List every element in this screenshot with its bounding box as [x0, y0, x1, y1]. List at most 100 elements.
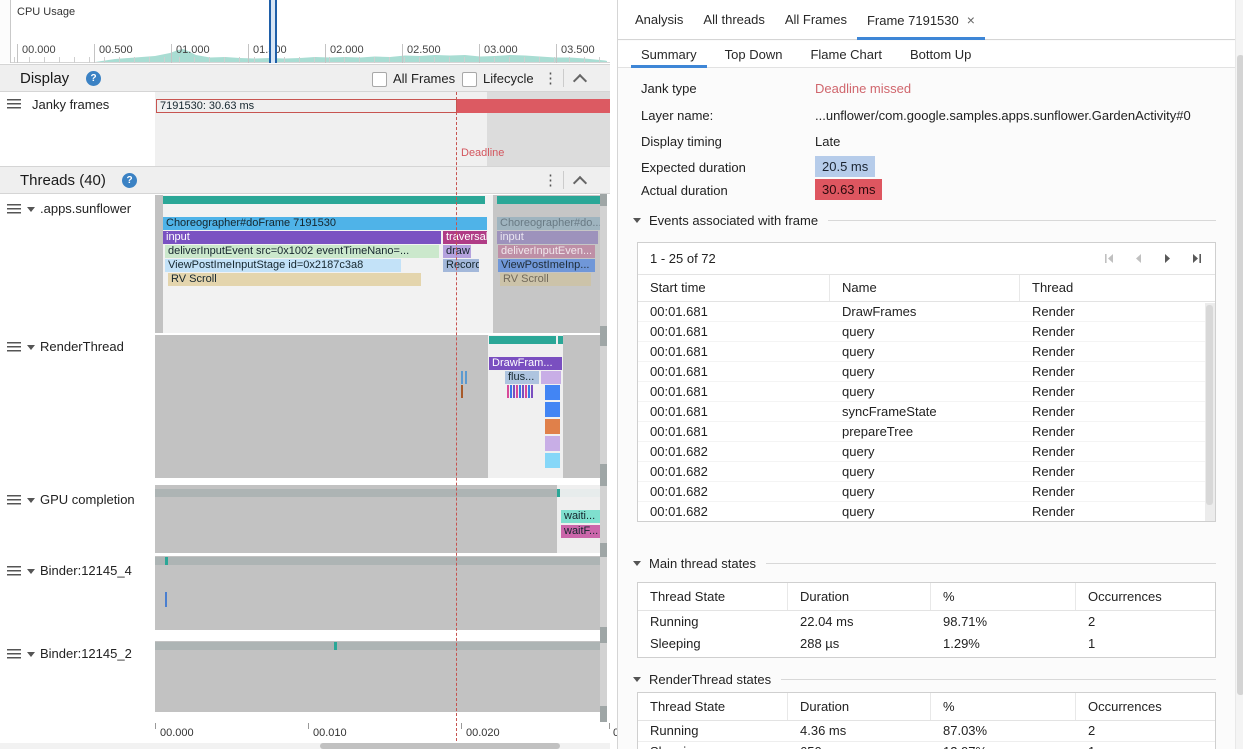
tab-analysis[interactable]: Analysis [625, 0, 693, 40]
janky-frame-bar-overrun[interactable] [457, 99, 610, 113]
column-header-duration[interactable]: Duration [788, 583, 931, 610]
grip-icon[interactable] [7, 342, 21, 352]
close-icon[interactable]: × [967, 12, 975, 28]
cpu-usage-panel[interactable]: CPU Usage 00.000 00.500 01.000 01.500 02… [0, 0, 610, 63]
table-row[interactable]: Sleeping 288 µs 1.29% 1 [638, 633, 1215, 655]
thread-label-binder-4[interactable]: Binder:12145_4 [40, 563, 132, 578]
lifecycle-checkbox-label[interactable]: Lifecycle [483, 71, 534, 86]
triangle-down-icon[interactable] [27, 569, 35, 574]
column-header-thread[interactable]: Thread [1020, 275, 1215, 301]
trace-event-input-dim[interactable]: input [497, 231, 598, 244]
selection-range-handle[interactable] [269, 0, 271, 63]
column-header-occurrences[interactable]: Occurrences [1076, 693, 1215, 720]
binder2-track[interactable] [155, 641, 600, 712]
trace-event-deliver-input[interactable]: deliverInputEvent src=0x1002 eventTimeNa… [165, 245, 439, 258]
trace-event-rv-scroll[interactable]: RV Scroll [168, 273, 421, 286]
collapse-chevron-icon[interactable] [573, 74, 587, 88]
selection-range-handle[interactable] [275, 0, 277, 63]
events-section-header[interactable]: Events associated with frame [633, 211, 1216, 229]
trace-event-waiting[interactable]: waiti... [561, 510, 600, 523]
all-frames-checkbox[interactable] [372, 72, 387, 87]
table-row[interactable]: 00:01.681queryRender [638, 322, 1215, 342]
binder4-track[interactable] [155, 556, 600, 630]
last-page-icon[interactable] [1190, 252, 1203, 265]
analysis-panel-scrollbar-thumb[interactable] [1237, 55, 1243, 695]
collapse-chevron-icon[interactable] [573, 176, 587, 190]
more-options-icon[interactable]: ⋮ [543, 71, 558, 87]
renderthread-states-header[interactable]: RenderThread states [633, 670, 1216, 688]
thread-label-renderthread[interactable]: RenderThread [40, 339, 124, 354]
table-row[interactable]: 00:01.681DrawFramesRender [638, 302, 1215, 322]
thread-label-sunflower[interactable]: .apps.sunflower [40, 201, 131, 216]
horizontal-scrollbar-thumb[interactable] [320, 743, 560, 749]
previous-page-icon[interactable] [1132, 252, 1145, 265]
column-header-start-time[interactable]: Start time [638, 275, 830, 301]
analysis-panel-scrollbar[interactable] [1235, 0, 1243, 749]
thread-state-bar[interactable] [163, 196, 485, 204]
grip-icon[interactable] [7, 649, 21, 659]
table-row[interactable]: 00:01.682queryRender [638, 462, 1215, 482]
column-header-percent[interactable]: % [931, 693, 1076, 720]
trace-event-viewpostime[interactable]: ViewPostImeInputStage id=0x2187c3a8 [165, 259, 401, 272]
trace-event-record[interactable]: Record ... [443, 259, 479, 272]
thread-label-binder-2[interactable]: Binder:12145_2 [40, 646, 132, 661]
trace-event-viewpostime-dim[interactable]: ViewPostImeInp... [498, 259, 595, 272]
janky-frame-bar[interactable]: 7191530: 30.63 ms [156, 99, 457, 113]
triangle-down-icon[interactable] [27, 207, 35, 212]
lifecycle-checkbox[interactable] [462, 72, 477, 87]
trace-event-waitfence[interactable]: waitF... [561, 525, 600, 538]
grip-icon[interactable] [7, 566, 21, 576]
trace-event-draw[interactable]: draw [443, 245, 471, 258]
trace-event-flush[interactable]: flus... [505, 371, 539, 384]
help-icon[interactable]: ? [122, 173, 137, 188]
column-header-thread-state[interactable]: Thread State [638, 583, 788, 610]
thread-label-gpu-completion[interactable]: GPU completion [40, 492, 135, 507]
table-row[interactable]: 00:01.681queryRender [638, 342, 1215, 362]
thread-state-bar[interactable] [558, 336, 563, 344]
tab-all-threads[interactable]: All threads [693, 0, 774, 40]
table-row[interactable]: 00:01.681queryRender [638, 382, 1215, 402]
column-header-name[interactable]: Name [830, 275, 1020, 301]
trace-event-rv-scroll-dim[interactable]: RV Scroll [500, 273, 591, 286]
horizontal-scrollbar[interactable] [0, 743, 610, 749]
more-options-icon[interactable]: ⋮ [543, 173, 558, 189]
table-row[interactable]: 00:01.682queryRender [638, 482, 1215, 502]
trace-event-stripes[interactable] [507, 385, 533, 398]
table-row[interactable]: 00:01.682queryRender [638, 502, 1215, 522]
thread-state-bar[interactable] [489, 336, 556, 344]
tab-all-frames[interactable]: All Frames [775, 0, 857, 40]
trace-event-input[interactable]: input [163, 231, 441, 244]
main-thread-states-header[interactable]: Main thread states [633, 554, 1216, 572]
trace-event-deliver-input-dim[interactable]: deliverInputEven... [498, 245, 595, 258]
trace-event-choreographer[interactable]: Choreographer#doFrame 7191530 [163, 217, 487, 230]
triangle-down-icon[interactable] [27, 652, 35, 657]
subtab-bottom-up[interactable]: Bottom Up [900, 41, 981, 68]
events-table-scrollbar[interactable] [1205, 303, 1215, 521]
column-header-percent[interactable]: % [931, 583, 1076, 610]
grip-icon[interactable] [7, 495, 21, 505]
column-header-thread-state[interactable]: Thread State [638, 693, 788, 720]
tab-frame-7191530[interactable]: Frame 7191530× [857, 0, 985, 40]
all-frames-checkbox-label[interactable]: All Frames [393, 71, 455, 86]
next-page-icon[interactable] [1161, 252, 1174, 265]
subtab-top-down[interactable]: Top Down [715, 41, 793, 68]
trace-event-traversal[interactable]: traversal [443, 231, 487, 244]
trace-event-choreographer-dim[interactable]: Choreographer#do... [497, 217, 600, 230]
table-row-clipped[interactable]: Sleeping 650 µs 12.97% 1 [638, 742, 1215, 749]
table-row[interactable]: 00:01.681syncFrameStateRender [638, 402, 1215, 422]
table-row[interactable]: 00:01.681prepareTreeRender [638, 422, 1215, 442]
grip-icon[interactable] [7, 99, 21, 109]
trace-event-drawframes[interactable]: DrawFram... [489, 357, 562, 370]
first-page-icon[interactable] [1103, 252, 1116, 265]
table-row[interactable]: 00:01.682queryRender [638, 442, 1215, 462]
column-header-duration[interactable]: Duration [788, 693, 931, 720]
triangle-down-icon[interactable] [27, 498, 35, 503]
table-row[interactable]: 00:01.681queryRender [638, 362, 1215, 382]
table-row[interactable]: Running 22.04 ms 98.71% 2 [638, 611, 1215, 633]
table-row[interactable]: Running 4.36 ms 87.03% 2 [638, 721, 1215, 742]
help-icon[interactable]: ? [86, 71, 101, 86]
triangle-down-icon[interactable] [27, 345, 35, 350]
thread-state-bar[interactable] [497, 196, 600, 204]
grip-icon[interactable] [7, 204, 21, 214]
column-header-occurrences[interactable]: Occurrences [1076, 583, 1215, 610]
